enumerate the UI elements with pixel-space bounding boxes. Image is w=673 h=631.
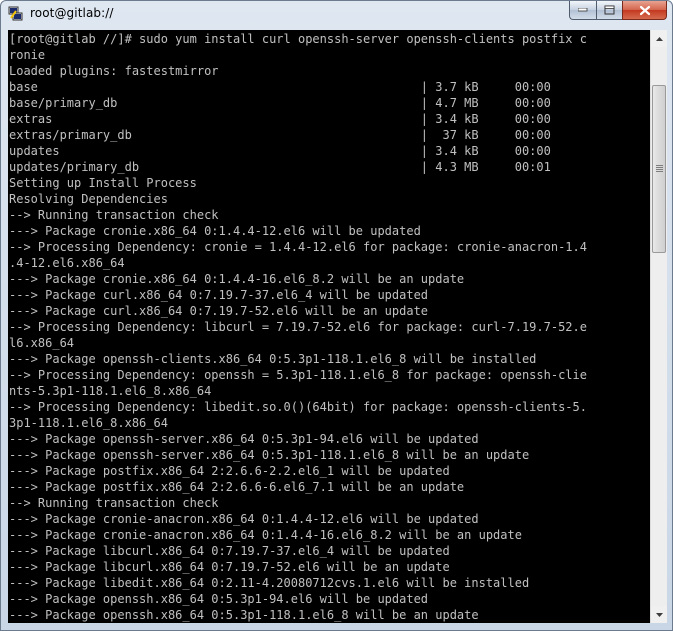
close-icon <box>639 5 650 15</box>
scroll-down-arrow-icon <box>655 612 663 617</box>
thumb-grip-line <box>656 169 663 170</box>
scroll-down-button[interactable] <box>651 606 667 623</box>
terminal-line: ronie <box>9 48 46 62</box>
terminal-line: updates | 3.4 kB 00:00 <box>9 144 551 158</box>
terminal-window: root@gitlab:// [root@gitlab //]# sudo yu… <box>0 0 673 631</box>
terminal-line: updates/primary_db | 4.3 MB 00:01 <box>9 160 551 174</box>
minimize-icon <box>578 8 588 12</box>
terminal-line: extras/primary_db | 37 kB 00:00 <box>9 128 551 142</box>
terminal-line: --> Processing Dependency: libcurl = 7.1… <box>9 320 587 334</box>
terminal-line: --> Processing Dependency: cronie = 1.4.… <box>9 240 587 254</box>
terminal-line: ---> Package postfix.x86_64 2:2.6.6-6.el… <box>9 480 465 494</box>
terminal-line: l6.x86_64 <box>9 336 75 350</box>
terminal-line: --> Processing Dependency: openssh = 5.3… <box>9 368 587 382</box>
minimize-button[interactable] <box>569 1 596 20</box>
thumb-grip-line <box>656 171 663 172</box>
terminal-line: ---> Package libcurl.x86_64 0:7.19.7-52.… <box>9 560 450 574</box>
maximize-button[interactable] <box>596 1 622 20</box>
terminal-line: ---> Package cronie-anacron.x86_64 0:1.4… <box>9 512 479 526</box>
scroll-up-arrow-icon <box>655 36 663 41</box>
terminal-line: ---> Package openssh-clients.x86_64 0:5.… <box>9 352 537 366</box>
terminal-line: ---> Package openssh.x86_64 0:5.3p1-118.… <box>9 608 479 622</box>
scrollbar-thumb[interactable] <box>652 85 666 253</box>
terminal-line: Setting up Install Process <box>9 176 197 190</box>
thumb-grip-line <box>656 167 663 168</box>
terminal-line: base | 3.7 kB 00:00 <box>9 80 551 94</box>
terminal-line: base/primary_db | 4.7 MB 00:00 <box>9 96 551 110</box>
terminal-line: ---> Package curl.x86_64 0:7.19.7-52.el6… <box>9 304 429 318</box>
terminal-line: ---> Package openssh-server.x86_64 0:5.3… <box>9 432 479 446</box>
terminal-line: extras | 3.4 kB 00:00 <box>9 112 551 126</box>
terminal-line: Loaded plugins: fastestmirror <box>9 64 219 78</box>
terminal-line: nts-5.3p1-118.1.el6_8.x86_64 <box>9 384 212 398</box>
terminal-line: ---> Package libcurl.x86_64 0:7.19.7-37.… <box>9 544 450 558</box>
close-button[interactable] <box>622 1 667 20</box>
terminal-line: ---> Package libedit.x86_64 0:2.11-4.200… <box>9 576 530 590</box>
terminal-text: [root@gitlab //]# sudo yum install curl … <box>8 30 650 623</box>
vertical-scrollbar[interactable] <box>650 30 667 623</box>
terminal-output[interactable]: [root@gitlab //]# sudo yum install curl … <box>8 30 650 623</box>
terminal-line: .4-12.el6.x86_64 <box>9 256 125 270</box>
maximize-icon <box>604 5 615 15</box>
terminal-line: --> Running transaction check <box>9 496 219 510</box>
title-bar[interactable]: root@gitlab:// <box>1 1 672 29</box>
terminal-line: ---> Package openssh-server.x86_64 0:5.3… <box>9 448 530 462</box>
terminal-line: ---> Package postfix.x86_64 2:2.6.6-2.2.… <box>9 464 450 478</box>
terminal-line: ---> Package cronie-anacron.x86_64 0:1.4… <box>9 528 522 542</box>
window-title: root@gitlab:// <box>30 6 114 20</box>
terminal-line: Resolving Dependencies <box>9 192 168 206</box>
terminal-line: --> Running transaction check <box>9 208 219 222</box>
terminal-line: 3p1-118.1.el6_8.x86_64 <box>9 416 168 430</box>
terminal-line: ---> Package cronie.x86_64 0:1.4.4-16.el… <box>9 272 465 286</box>
terminal-line: [root@gitlab //]# sudo yum install curl … <box>9 32 587 46</box>
scroll-up-button[interactable] <box>651 30 667 47</box>
terminal-line: ---> Package openssh.x86_64 0:5.3p1-94.e… <box>9 592 429 606</box>
terminal-line: ---> Package curl.x86_64 0:7.19.7-37.el6… <box>9 288 429 302</box>
caption-buttons <box>569 1 667 21</box>
thumb-grip-line <box>656 165 663 166</box>
terminal-line: ---> Package cronie.x86_64 0:1.4.4-12.el… <box>9 224 421 238</box>
putty-icon[interactable] <box>8 6 24 22</box>
terminal-line: --> Processing Dependency: libedit.so.0(… <box>9 400 587 414</box>
